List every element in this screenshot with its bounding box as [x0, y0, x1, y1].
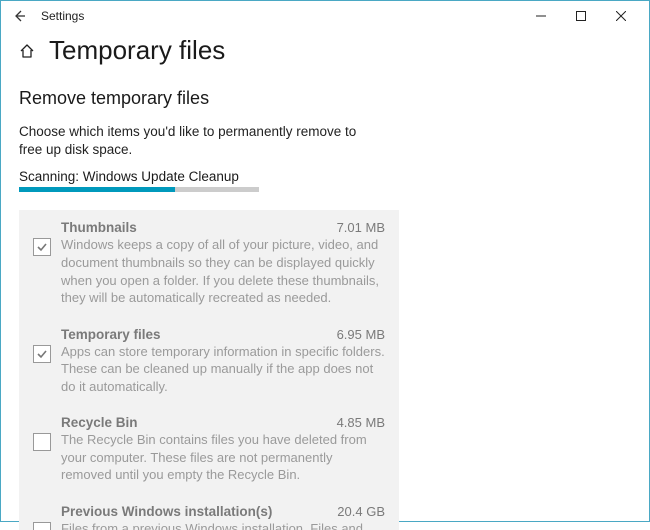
scan-progress-fill — [19, 187, 175, 192]
checkbox-thumbnails[interactable] — [33, 238, 51, 256]
list-item: Temporary files 6.95 MB Apps can store t… — [33, 327, 385, 396]
item-size: 4.85 MB — [337, 415, 385, 430]
checkbox-temp-files[interactable] — [33, 345, 51, 363]
scan-status: Scanning: Windows Update Cleanup — [19, 169, 631, 184]
section-description: Choose which items you'd like to permane… — [19, 123, 379, 159]
item-description: Files from a previous Windows installati… — [61, 520, 385, 530]
content-area: Remove temporary files Choose which item… — [1, 74, 649, 530]
titlebar: Settings — [1, 1, 649, 31]
item-title: Temporary files — [61, 327, 161, 342]
item-body: Recycle Bin 4.85 MB The Recycle Bin cont… — [61, 415, 385, 484]
close-button[interactable] — [601, 2, 641, 30]
list-item: Previous Windows installation(s) 20.4 GB… — [33, 504, 385, 530]
scan-progress — [19, 187, 259, 192]
item-body: Temporary files 6.95 MB Apps can store t… — [61, 327, 385, 396]
item-body: Thumbnails 7.01 MB Windows keeps a copy … — [61, 220, 385, 306]
item-size: 6.95 MB — [337, 327, 385, 342]
maximize-button[interactable] — [561, 2, 601, 30]
checkbox-previous-windows[interactable] — [33, 522, 51, 530]
page-title: Temporary files — [49, 35, 225, 66]
section-heading: Remove temporary files — [19, 88, 631, 109]
list-item: Recycle Bin 4.85 MB The Recycle Bin cont… — [33, 415, 385, 484]
item-description: Windows keeps a copy of all of your pict… — [61, 236, 385, 306]
item-description: Apps can store temporary information in … — [61, 343, 385, 396]
item-description: The Recycle Bin contains files you have … — [61, 431, 385, 484]
item-body: Previous Windows installation(s) 20.4 GB… — [61, 504, 385, 530]
item-title: Recycle Bin — [61, 415, 138, 430]
item-title: Previous Windows installation(s) — [61, 504, 272, 519]
minimize-button[interactable] — [521, 2, 561, 30]
page-header: Temporary files — [1, 31, 649, 74]
window-title: Settings — [41, 9, 84, 23]
checkbox-recycle-bin[interactable] — [33, 433, 51, 451]
item-size: 7.01 MB — [337, 220, 385, 235]
item-title: Thumbnails — [61, 220, 137, 235]
window-controls — [521, 2, 641, 30]
item-size: 20.4 GB — [337, 504, 385, 519]
items-panel: Thumbnails 7.01 MB Windows keeps a copy … — [19, 210, 399, 530]
list-item: Thumbnails 7.01 MB Windows keeps a copy … — [33, 220, 385, 306]
home-icon[interactable] — [19, 43, 35, 59]
back-button[interactable] — [9, 6, 29, 26]
